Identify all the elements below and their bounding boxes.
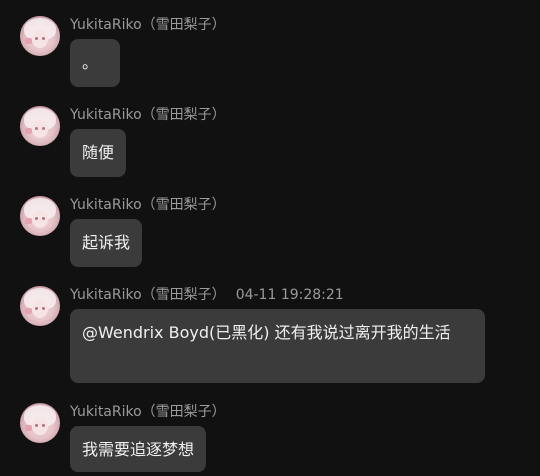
message-bubble[interactable]: 随便 — [70, 129, 127, 177]
user-avatar[interactable] — [20, 196, 60, 236]
sender-name[interactable]: YukitaRiko（雪田梨子） — [70, 107, 226, 123]
message-bubble[interactable]: 起诉我 — [70, 219, 143, 267]
user-avatar[interactable] — [20, 403, 60, 443]
message-timestamp: 04-11 19:28:21 — [235, 287, 344, 303]
user-avatar[interactable] — [20, 106, 60, 146]
message-bubble[interactable]: 我需要追逐梦想 — [70, 426, 207, 472]
message-header: YukitaRiko（雪田梨子） — [70, 106, 226, 124]
message-bubble[interactable]: 。 — [70, 39, 120, 87]
sender-name[interactable]: YukitaRiko（雪田梨子） — [70, 404, 226, 420]
sender-name[interactable]: YukitaRiko（雪田梨子） — [70, 197, 226, 213]
message-header: YukitaRiko（雪田梨子） — [70, 16, 226, 34]
message-header: YukitaRiko（雪田梨子） — [70, 403, 226, 421]
message-bubble[interactable]: @Wendrix Boyd(已黑化) 还有我说过离开我的生活 — [70, 309, 485, 383]
sender-name[interactable]: YukitaRiko（雪田梨子） — [70, 17, 226, 33]
sender-name[interactable]: YukitaRiko（雪田梨子） — [70, 287, 226, 303]
user-avatar[interactable] — [20, 286, 60, 326]
user-avatar[interactable] — [20, 16, 60, 56]
message-header: YukitaRiko（雪田梨子） 04-11 19:28:21 — [70, 286, 344, 304]
message-header: YukitaRiko（雪田梨子） — [70, 196, 226, 214]
